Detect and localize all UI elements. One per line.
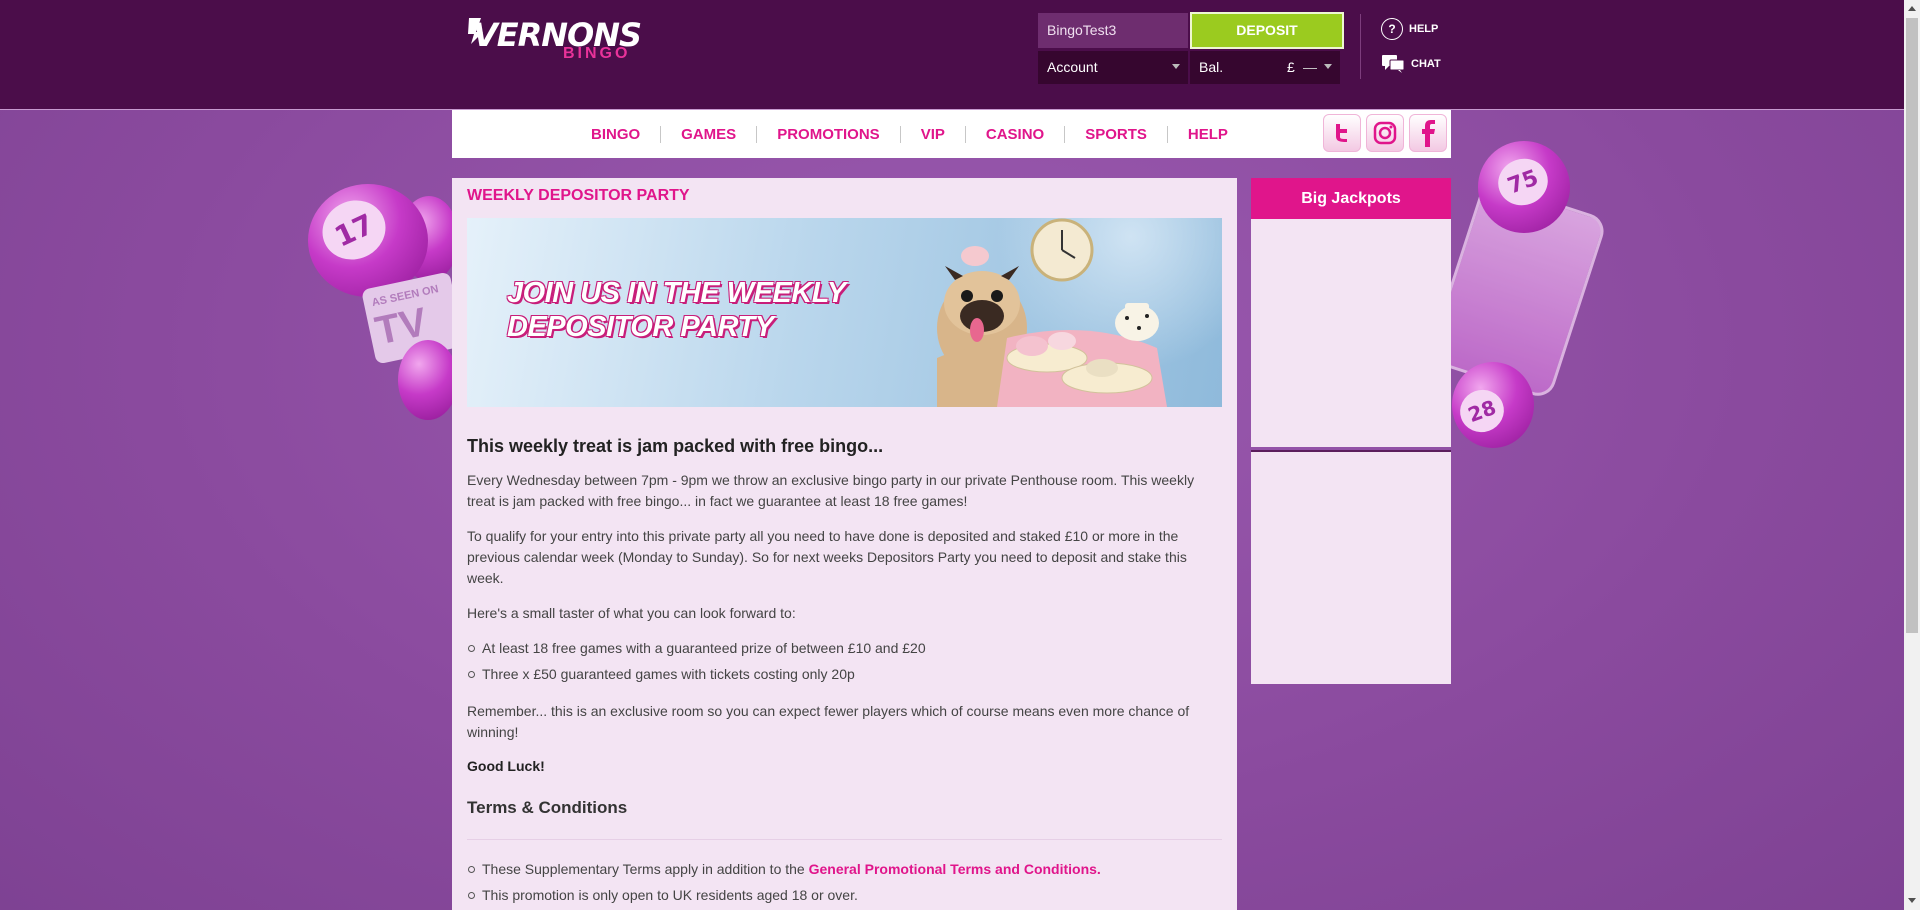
chevron-down-icon xyxy=(1324,64,1332,69)
promo-paragraph: Here's a small taster of what you can lo… xyxy=(467,605,796,621)
balance-dropdown[interactable]: Bal. £ — xyxy=(1190,51,1340,84)
bingo-ball-decoration: 28 xyxy=(1452,362,1534,448)
chat-label: CHAT xyxy=(1411,58,1441,70)
pug-tea-party-illustration xyxy=(937,218,1167,407)
main-navigation: BINGO GAMES PROMOTIONS VIP CASINO SPORTS… xyxy=(452,110,1451,158)
deposit-button[interactable]: DEPOSIT xyxy=(1190,12,1344,49)
username-display: BingoTest3 xyxy=(1038,13,1188,48)
ball-number: 17 xyxy=(312,190,396,270)
chat-bubbles-icon xyxy=(1382,55,1405,73)
currency-symbol: £ xyxy=(1287,59,1295,75)
account-dropdown-label: Account xyxy=(1047,59,1098,75)
jackpots-header: Big Jackpots xyxy=(1251,178,1451,219)
list-item: Three x £50 guaranteed games with ticket… xyxy=(467,661,1207,687)
list-item: At least 18 free games with a guaranteed… xyxy=(467,635,1207,661)
nav-item-casino[interactable]: CASINO xyxy=(966,125,1066,143)
divider xyxy=(467,839,1222,840)
nav-item-sports[interactable]: SPORTS xyxy=(1065,125,1168,143)
nav-item-help[interactable]: HELP xyxy=(1168,126,1248,143)
banner-line-2: DEPOSITOR PARTY xyxy=(507,311,774,343)
general-terms-link[interactable]: General Promotional Terms and Conditions… xyxy=(809,861,1101,877)
banner-headline: JOIN US IN THE WEEKLY DEPOSITOR PARTY xyxy=(507,276,846,344)
banner-line-1: JOIN US IN THE WEEKLY xyxy=(507,277,846,309)
promo-paragraph: Every Wednesday between 7pm - 9pm we thr… xyxy=(467,472,1195,509)
nav-item-bingo[interactable]: BINGO xyxy=(571,125,662,143)
promo-paragraph: Remember... this is an exclusive room so… xyxy=(467,703,1190,740)
ball-number: 28 xyxy=(1454,383,1510,439)
twitter-icon[interactable] xyxy=(1323,114,1361,152)
jackpots-sidebar: Big Jackpots xyxy=(1251,178,1451,684)
ball-number: 75 xyxy=(1491,151,1555,213)
bingo-ball-decoration xyxy=(398,340,458,420)
instagram-icon[interactable] xyxy=(1366,114,1404,152)
vernons-bingo-logo[interactable]: VERNONS BINGO xyxy=(467,12,655,62)
balance-label: Bal. xyxy=(1199,59,1224,75)
scroll-down-icon[interactable] xyxy=(1908,898,1916,903)
logo-subtext: BINGO xyxy=(563,45,631,62)
scroll-up-icon[interactable] xyxy=(1908,6,1916,11)
help-label: HELP xyxy=(1409,23,1439,35)
account-dropdown[interactable]: Account xyxy=(1038,51,1188,84)
list-item: These Supplementary Terms apply in addit… xyxy=(467,856,1207,882)
balance-value: — xyxy=(1303,59,1317,75)
jackpots-panel xyxy=(1251,219,1451,447)
promo-paragraph: To qualify for your entry into this priv… xyxy=(467,528,1187,586)
sidebar-panel xyxy=(1251,450,1451,684)
header-divider xyxy=(1360,14,1361,79)
promo-heading: This weekly treat is jam packed with fre… xyxy=(467,436,884,456)
good-luck-text: Good Luck! xyxy=(467,758,545,774)
page-scrollbar-thumb[interactable] xyxy=(1906,18,1918,633)
nav-item-games[interactable]: GAMES xyxy=(661,125,758,143)
promo-banner[interactable]: JOIN US IN THE WEEKLY DEPOSITOR PARTY xyxy=(467,218,1222,407)
list-item: This promotion is only open to UK reside… xyxy=(467,882,1207,908)
help-link[interactable]: ? HELP xyxy=(1381,18,1438,40)
site-header: VERNONS BINGO BingoTest3 DEPOSIT Account… xyxy=(0,0,1904,110)
promo-bullet-list: At least 18 free games with a guaranteed… xyxy=(467,635,1207,687)
terms-list: These Supplementary Terms apply in addit… xyxy=(467,856,1207,908)
chevron-down-icon xyxy=(1172,64,1180,69)
chat-link[interactable]: CHAT xyxy=(1381,54,1441,74)
promotion-content: WEEKLY DEPOSITOR PARTY JOIN US IN THE WE… xyxy=(452,178,1237,910)
bingo-ball-decoration: 75 xyxy=(1478,141,1570,233)
terms-heading: Terms & Conditions xyxy=(467,798,628,817)
terms-item-text: These Supplementary Terms apply in addit… xyxy=(482,861,809,877)
nav-item-promotions[interactable]: PROMOTIONS xyxy=(757,125,901,143)
question-mark-icon: ? xyxy=(1381,18,1403,40)
facebook-icon[interactable] xyxy=(1409,114,1447,152)
nav-menu: BINGO GAMES PROMOTIONS VIP CASINO SPORTS… xyxy=(571,110,1248,158)
page-title: WEEKLY DEPOSITOR PARTY xyxy=(467,187,690,204)
nav-item-vip[interactable]: VIP xyxy=(901,125,966,143)
